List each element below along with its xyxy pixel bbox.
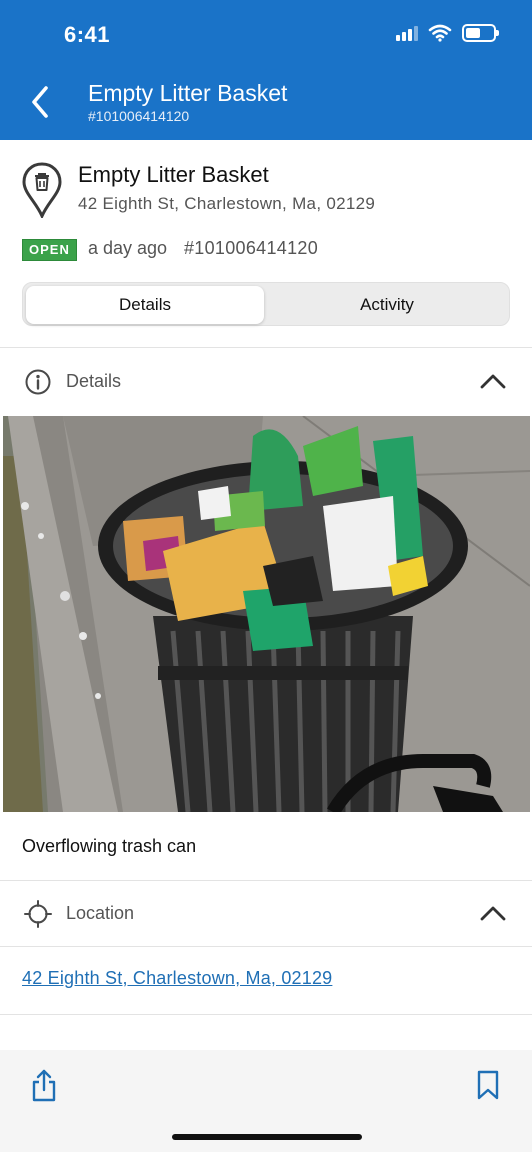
- request-title: Empty Litter Basket: [78, 162, 269, 187]
- details-section-header[interactable]: Details: [0, 349, 532, 415]
- tab-activity[interactable]: Activity: [267, 286, 507, 324]
- cellular-signal-icon: [396, 25, 418, 41]
- battery-level: [466, 28, 480, 38]
- bookmark-icon[interactable]: [476, 1070, 500, 1100]
- bottom-toolbar: [0, 1050, 532, 1152]
- location-address-link[interactable]: 42 Eighth St, Charlestown, Ma, 02129: [22, 968, 332, 989]
- crosshair-icon: [24, 900, 52, 928]
- back-button[interactable]: [24, 82, 56, 122]
- status-badge: OPEN: [22, 239, 77, 261]
- info-icon: [25, 369, 51, 395]
- divider: [0, 1014, 532, 1015]
- status-icons: [396, 24, 499, 42]
- tab-details[interactable]: Details: [26, 286, 264, 324]
- battery-icon: [462, 24, 499, 42]
- chevron-left-icon: [32, 86, 48, 118]
- share-icon[interactable]: [30, 1068, 58, 1102]
- chevron-up-icon[interactable]: [480, 905, 506, 921]
- request-summary: Empty Litter Basket 42 Eighth St, Charle…: [0, 140, 532, 348]
- request-id: #101006414120: [184, 238, 319, 258]
- nav-title: Empty Litter Basket: [88, 80, 288, 106]
- status-bar: 6:41: [0, 0, 532, 72]
- location-section-header[interactable]: Location: [0, 881, 532, 947]
- request-age: a day ago: [88, 238, 168, 258]
- segmented-control: Details Activity: [22, 282, 510, 326]
- app-header: 6:41 Empty Litter Basket #101006414120: [0, 0, 532, 140]
- request-address: 42 Eighth St, Charlestown, Ma, 02129: [78, 194, 376, 213]
- details-section-label: Details: [66, 371, 122, 391]
- nav-subtitle: #101006414120: [88, 108, 190, 124]
- chevron-up-icon[interactable]: [480, 373, 506, 389]
- wifi-icon: [428, 24, 452, 42]
- status-time: 6:41: [64, 22, 111, 47]
- description-text: Overflowing trash can: [22, 836, 197, 856]
- overflowing-trash-can-image: [3, 416, 530, 812]
- report-photo[interactable]: [3, 416, 530, 812]
- trash-pin-icon: [22, 162, 62, 218]
- divider: [0, 946, 532, 947]
- location-section-label: Location: [66, 903, 135, 923]
- home-indicator[interactable]: [172, 1134, 362, 1140]
